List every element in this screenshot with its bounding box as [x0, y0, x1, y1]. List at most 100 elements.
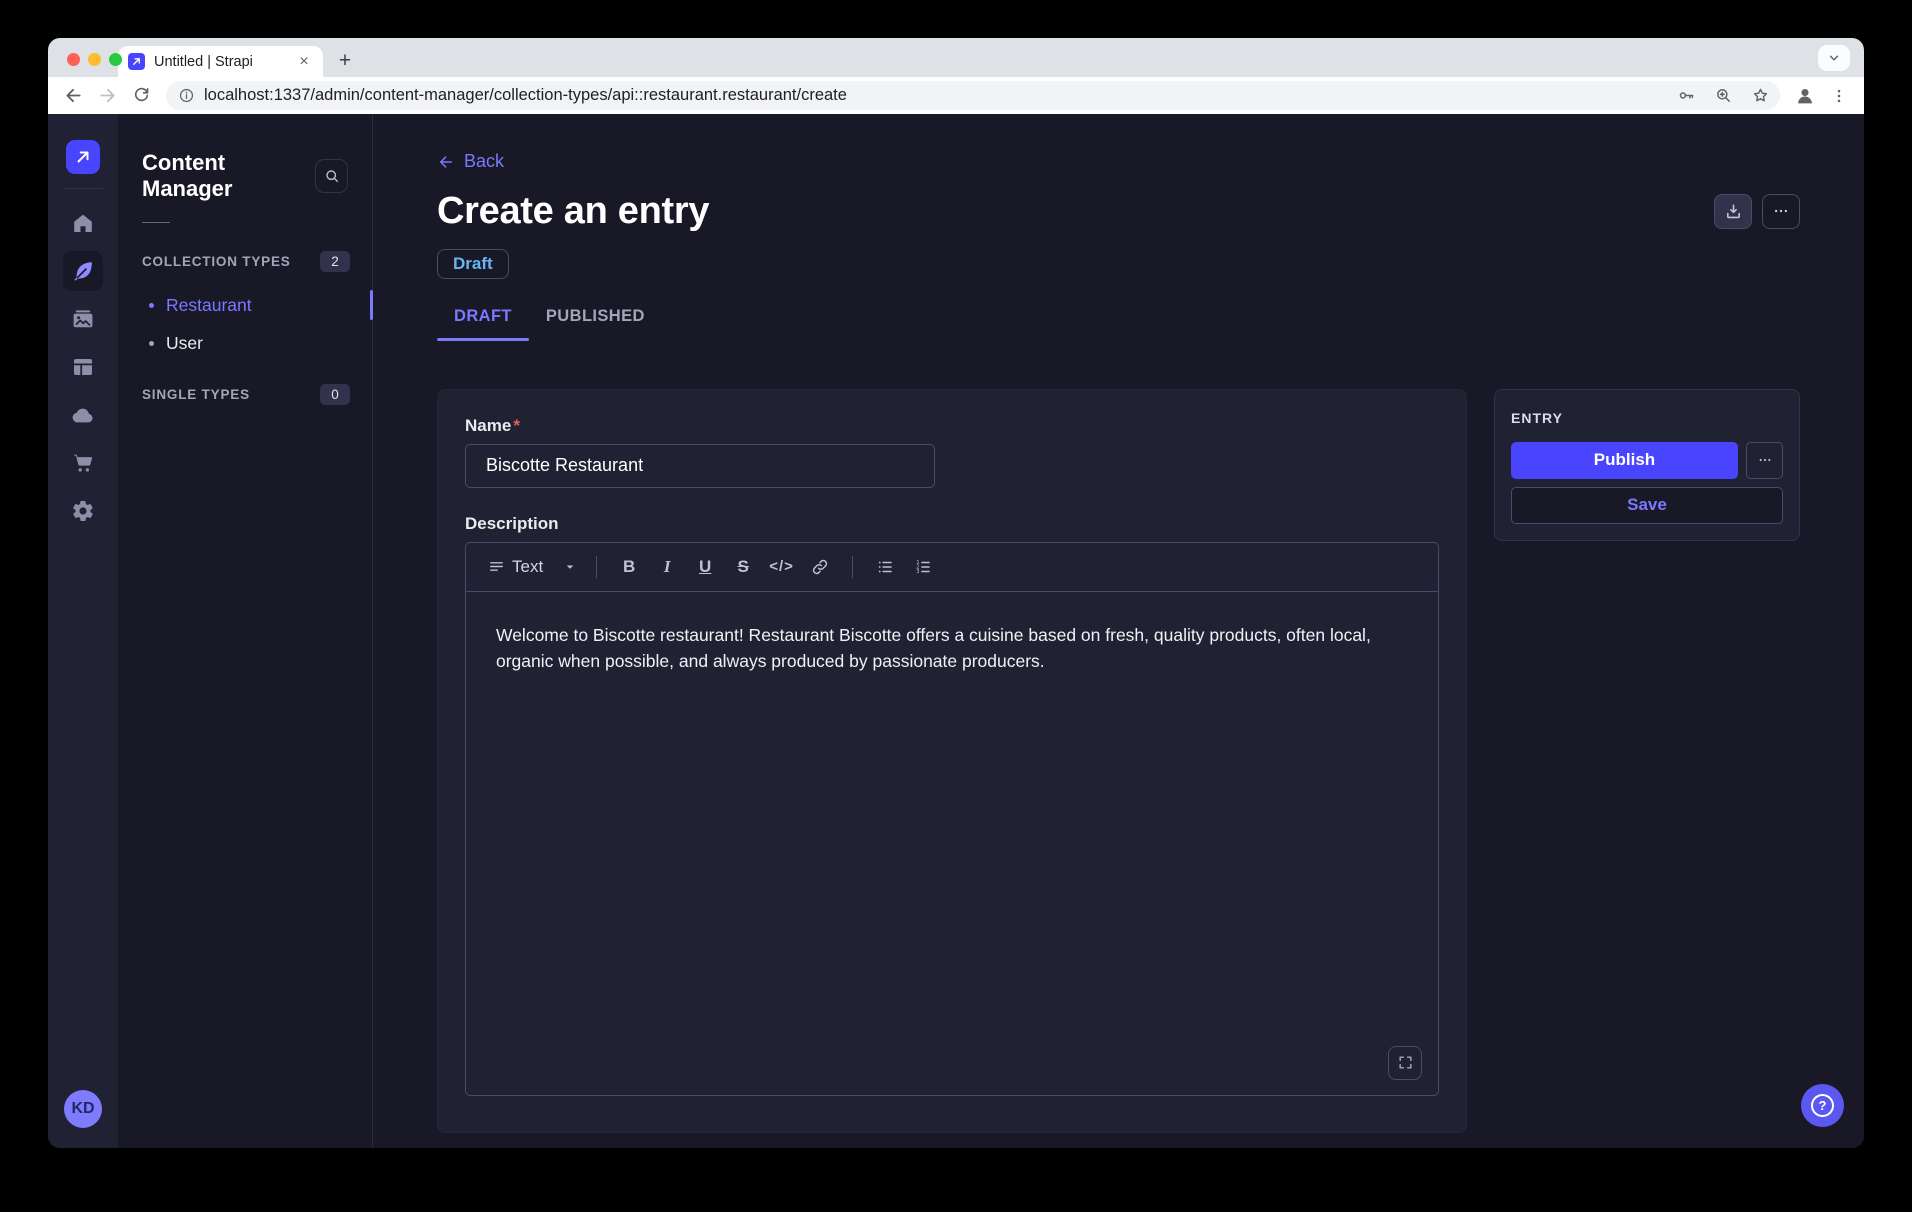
- new-tab-button[interactable]: +: [331, 47, 359, 75]
- editor-toolbar: Text B I U S </>: [466, 543, 1438, 592]
- strapi-favicon-icon: [128, 53, 145, 70]
- toolbar-divider: [596, 556, 597, 578]
- cloud-icon[interactable]: [63, 395, 103, 435]
- strapi-logo[interactable]: [66, 140, 100, 174]
- collection-types-section: COLLECTION TYPES 2 Restaurant User: [118, 251, 372, 362]
- entry-more-button[interactable]: [1746, 442, 1783, 479]
- bulleted-list-button[interactable]: [867, 550, 903, 584]
- save-button[interactable]: Save: [1511, 487, 1783, 524]
- sidebar-item-label: Restaurant: [166, 295, 252, 316]
- numbered-list-icon: 123: [914, 558, 932, 576]
- status-badge: Draft: [437, 249, 509, 279]
- close-window-button[interactable]: [67, 53, 80, 66]
- zoom-window-button[interactable]: [109, 53, 122, 66]
- single-types-count-badge: 0: [320, 384, 350, 405]
- header-more-button[interactable]: [1762, 194, 1800, 229]
- chevron-down-icon: [564, 561, 576, 573]
- rich-text-editor: Text B I U S </>: [465, 542, 1439, 1096]
- expand-icon: [1397, 1054, 1414, 1071]
- back-button[interactable]: [58, 81, 88, 111]
- settings-gear-icon[interactable]: [63, 491, 103, 531]
- strikethrough-button[interactable]: S: [725, 550, 761, 584]
- tab-draft[interactable]: DRAFT: [437, 307, 529, 341]
- question-mark-icon: ?: [1811, 1094, 1834, 1117]
- import-export-button[interactable]: [1714, 194, 1752, 229]
- tab-published[interactable]: PUBLISHED: [529, 307, 662, 341]
- main-content: Back Create an entry Draft DRAFT PUBLISH…: [373, 114, 1864, 1148]
- page-info-icon[interactable]: [178, 87, 195, 104]
- browser-tab-strip: Untitled | Strapi × +: [48, 38, 1864, 77]
- name-field[interactable]: [465, 444, 935, 488]
- url-text: localhost:1337/admin/content-manager/col…: [204, 86, 1663, 105]
- editor-content[interactable]: Welcome to Biscotte restaurant! Restaura…: [466, 592, 1438, 1095]
- url-bar[interactable]: localhost:1337/admin/content-manager/col…: [166, 81, 1780, 110]
- entry-panel-title: ENTRY: [1511, 410, 1783, 426]
- single-types-section: SINGLE TYPES 0: [118, 384, 372, 419]
- search-button[interactable]: [315, 159, 348, 193]
- home-icon[interactable]: [63, 203, 103, 243]
- minimize-window-button[interactable]: [88, 53, 101, 66]
- strapi-app: KD Content Manager COLLECTION TYPES 2 Re…: [48, 114, 1864, 1148]
- media-library-icon[interactable]: [63, 299, 103, 339]
- collection-types-count-badge: 2: [320, 251, 350, 272]
- back-link[interactable]: Back: [437, 151, 504, 172]
- name-label: Name*: [465, 416, 520, 435]
- bullet-icon: [149, 303, 154, 308]
- sidebar-item-restaurant[interactable]: Restaurant: [118, 286, 372, 324]
- forward-button[interactable]: [92, 81, 122, 111]
- link-icon: [811, 558, 829, 576]
- link-button[interactable]: [802, 550, 838, 584]
- single-types-label: SINGLE TYPES: [142, 387, 250, 402]
- download-icon: [1724, 202, 1743, 221]
- user-avatar[interactable]: KD: [64, 1090, 102, 1128]
- publish-button[interactable]: Publish: [1511, 442, 1738, 479]
- description-text: Welcome to Biscotte restaurant! Restaura…: [496, 622, 1408, 674]
- required-asterisk: *: [513, 416, 520, 435]
- description-label: Description: [465, 514, 559, 533]
- content-type-builder-icon[interactable]: [63, 347, 103, 387]
- tab-search-button[interactable]: [1818, 45, 1850, 71]
- help-button[interactable]: ?: [1801, 1084, 1844, 1127]
- main-nav-rail: KD: [48, 114, 118, 1148]
- content-manager-feather-icon[interactable]: [63, 251, 103, 291]
- search-icon: [324, 168, 340, 184]
- sidebar-item-user[interactable]: User: [118, 324, 372, 362]
- content-manager-subnav: Content Manager COLLECTION TYPES 2 Resta…: [118, 114, 373, 1148]
- toolbar-divider: [852, 556, 853, 578]
- marketplace-cart-icon[interactable]: [63, 443, 103, 483]
- entry-form-card: Name* Description Text: [437, 389, 1467, 1133]
- sidebar-item-label: User: [166, 333, 203, 354]
- password-key-icon[interactable]: [1672, 82, 1700, 110]
- entry-panel: ENTRY Publish Save: [1494, 389, 1800, 541]
- block-type-value: Text: [512, 557, 543, 577]
- close-tab-icon[interactable]: ×: [295, 53, 313, 71]
- profile-avatar-icon[interactable]: [1790, 81, 1820, 111]
- rail-divider: [63, 188, 103, 189]
- collection-types-label: COLLECTION TYPES: [142, 254, 291, 269]
- subnav-divider: [142, 222, 170, 223]
- bold-button[interactable]: B: [611, 550, 647, 584]
- arrow-left-icon: [437, 153, 455, 171]
- browser-menu-icon[interactable]: [1824, 81, 1854, 111]
- more-horizontal-icon: [1772, 202, 1790, 220]
- bulleted-list-icon: [876, 558, 894, 576]
- block-type-dropdown[interactable]: Text: [482, 550, 582, 584]
- version-tabs: DRAFT PUBLISHED: [437, 307, 1800, 341]
- chevron-down-icon: [1827, 51, 1841, 65]
- browser-tab[interactable]: Untitled | Strapi ×: [118, 46, 323, 77]
- more-horizontal-icon: [1757, 452, 1773, 468]
- svg-text:3: 3: [916, 569, 919, 575]
- reload-button[interactable]: [126, 81, 156, 111]
- bullet-icon: [149, 341, 154, 346]
- bookmark-star-icon[interactable]: [1746, 82, 1774, 110]
- subnav-title: Content Manager: [142, 150, 315, 202]
- align-left-icon: [488, 558, 505, 575]
- traffic-lights: [67, 53, 122, 66]
- zoom-in-icon[interactable]: [1709, 82, 1737, 110]
- expand-editor-button[interactable]: [1388, 1046, 1422, 1080]
- code-button[interactable]: </>: [763, 550, 800, 584]
- numbered-list-button[interactable]: 123: [905, 550, 941, 584]
- tab-title: Untitled | Strapi: [154, 54, 286, 70]
- underline-button[interactable]: U: [687, 550, 723, 584]
- italic-button[interactable]: I: [649, 550, 685, 584]
